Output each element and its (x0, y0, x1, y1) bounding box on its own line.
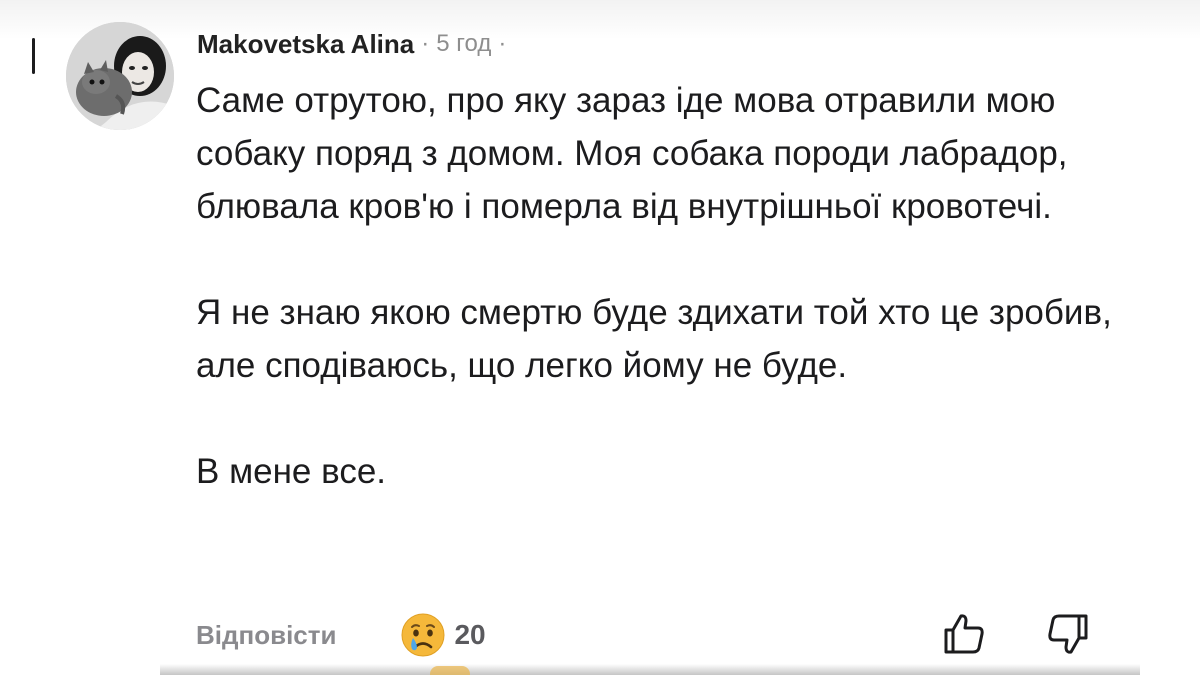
reaction-count: 20 (454, 619, 486, 650)
comment-paragraph: Я не знаю якою смертю буде здихати той х… (196, 293, 1112, 385)
bottom-fade (160, 664, 1140, 675)
comment-paragraph: В мене все. (196, 452, 387, 491)
reaction-summary[interactable]: 20 (400, 612, 486, 658)
thumbs-down-icon (1048, 614, 1088, 654)
comment-paragraph: Саме отрутою, про яку зараз іде мова отр… (196, 81, 1068, 226)
avatar-photo-icon (66, 22, 174, 130)
comment-actions: Відповісти 20 (196, 612, 486, 658)
reply-button[interactable]: Відповісти (196, 620, 336, 651)
comment-timestamp: 5 год (436, 30, 492, 57)
dislike-button[interactable] (1044, 610, 1092, 658)
avatar[interactable] (66, 22, 174, 130)
comment-screen: Makovetska Alina · 5 год · Саме отрутою,… (0, 0, 1200, 675)
thumbs-up-icon (944, 614, 984, 654)
like-button[interactable] (940, 610, 988, 658)
meta-separator: · (421, 30, 430, 57)
left-edge-bar (32, 38, 35, 74)
comment-body: Саме отрутою, про яку зараз іде мова отр… (196, 74, 1116, 498)
sad-tear-emoji-icon (401, 613, 445, 657)
top-shadow (0, 0, 1200, 40)
comment-header: Makovetska Alina · 5 год · (197, 26, 513, 62)
next-item-peek (430, 666, 470, 675)
author-name[interactable]: Makovetska Alina (197, 29, 414, 60)
meta-separator-trailing: · (498, 30, 507, 57)
